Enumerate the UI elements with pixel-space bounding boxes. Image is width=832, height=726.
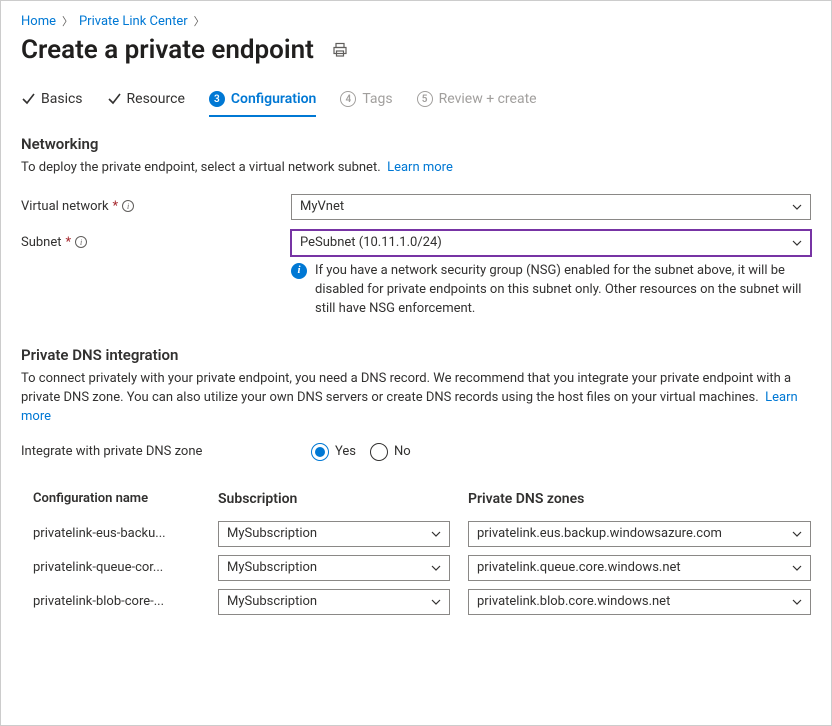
networking-desc-text: To deploy the private endpoint, select a… (21, 160, 381, 175)
tab-label: Basics (41, 91, 83, 107)
networking-learn-more-link[interactable]: Learn more (387, 160, 453, 175)
networking-description: To deploy the private endpoint, select a… (21, 159, 811, 178)
dns-zone-value: privatelink.blob.core.windows.net (477, 594, 670, 609)
tab-label: Configuration (231, 91, 316, 107)
col-private-dns-zones: Private DNS zones (468, 491, 811, 507)
tab-configuration[interactable]: 3 Configuration (209, 91, 316, 117)
subnet-info-text: If you have a network security group (NS… (315, 262, 811, 319)
dns-zone-dropdown[interactable]: privatelink.blob.core.windows.net (468, 589, 811, 615)
chevron-right-icon: 〉 (194, 13, 205, 29)
table-row: privatelink-eus-backu... MySubscription pr… (33, 517, 811, 551)
required-icon: * (66, 235, 72, 250)
dns-desc-text: To connect privately with your private e… (21, 371, 791, 405)
chevron-down-icon (792, 563, 802, 573)
breadcrumb: Home 〉 Private Link Center 〉 (21, 11, 811, 29)
config-name-cell: privatelink-eus-backu... (33, 526, 218, 541)
subscription-dropdown[interactable]: MySubscription (218, 555, 450, 581)
chevron-down-icon (431, 563, 441, 573)
tab-resource[interactable]: Resource (107, 91, 185, 117)
integrate-no-radio[interactable]: No (370, 443, 411, 461)
dns-zone-value: privatelink.queue.core.windows.net (477, 560, 681, 575)
tab-tags: 4 Tags (340, 91, 392, 117)
config-name-cell: privatelink-blob-core-... (33, 594, 218, 609)
config-name-cell: privatelink-queue-cor... (33, 560, 218, 575)
chevron-down-icon (792, 529, 802, 539)
breadcrumb-private-link-center[interactable]: Private Link Center (79, 14, 188, 29)
table-row: privatelink-queue-cor... MySubscription pr… (33, 551, 811, 585)
dns-description: To connect privately with your private e… (21, 370, 811, 427)
col-configuration-name: Configuration name (33, 491, 218, 506)
col-subscription: Subscription (218, 491, 468, 507)
subscription-dropdown[interactable]: MySubscription (218, 521, 450, 547)
radio-icon (311, 443, 329, 461)
step-number-icon: 3 (209, 91, 225, 107)
step-number-icon: 4 (340, 91, 356, 107)
chevron-down-icon (431, 529, 441, 539)
integrate-yes-radio[interactable]: Yes (311, 443, 356, 461)
print-icon[interactable] (332, 42, 348, 58)
chevron-right-icon: 〉 (62, 13, 73, 29)
chevron-down-icon (792, 202, 802, 212)
tab-label: Tags (362, 91, 392, 107)
radio-label: Yes (335, 444, 356, 459)
subnet-dropdown[interactable]: PeSubnet (10.11.1.0/24) (291, 230, 811, 256)
vnet-label: Virtual network (21, 199, 109, 214)
dns-heading: Private DNS integration (21, 346, 811, 364)
subscription-value: MySubscription (227, 594, 317, 609)
chevron-down-icon (792, 238, 802, 248)
subnet-label: Subnet (21, 235, 62, 250)
virtual-network-dropdown[interactable]: MyVnet (291, 194, 811, 220)
subnet-value: PeSubnet (10.11.1.0/24) (300, 235, 442, 250)
networking-heading: Networking (21, 135, 811, 153)
dns-zone-dropdown[interactable]: privatelink.eus.backup.windowsazure.com (468, 521, 811, 547)
step-number-icon: 5 (417, 91, 433, 107)
required-icon: * (113, 199, 119, 214)
breadcrumb-home[interactable]: Home (21, 14, 56, 29)
chevron-down-icon (431, 597, 441, 607)
check-icon (107, 92, 121, 106)
dns-zone-dropdown[interactable]: privatelink.queue.core.windows.net (468, 555, 811, 581)
wizard-tabs: Basics Resource 3 Configuration 4 Tags 5… (21, 91, 811, 117)
tab-label: Review + create (439, 91, 537, 107)
dns-zone-value: privatelink.eus.backup.windowsazure.com (477, 526, 722, 541)
tab-basics[interactable]: Basics (21, 91, 83, 117)
page-title: Create a private endpoint (21, 35, 314, 65)
check-icon (21, 92, 35, 106)
info-icon: i (291, 263, 307, 279)
chevron-down-icon (792, 597, 802, 607)
dns-table: Configuration name Subscription Private … (21, 483, 811, 619)
tab-label: Resource (127, 91, 185, 107)
radio-label: No (394, 444, 411, 459)
subscription-dropdown[interactable]: MySubscription (218, 589, 450, 615)
radio-icon (370, 443, 388, 461)
vnet-value: MyVnet (300, 199, 344, 214)
table-row: privatelink-blob-core-... MySubscription p… (33, 585, 811, 619)
subscription-value: MySubscription (227, 560, 317, 575)
info-icon[interactable]: i (75, 236, 87, 248)
tab-review-create: 5 Review + create (417, 91, 537, 117)
integrate-label: Integrate with private DNS zone (21, 444, 202, 459)
info-icon[interactable]: i (122, 200, 134, 212)
subscription-value: MySubscription (227, 526, 317, 541)
